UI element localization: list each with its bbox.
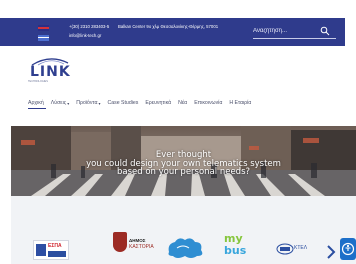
nav-item-company[interactable]: Η Εταιρία — [229, 98, 251, 108]
nav-item-contact[interactable]: Επικοινωνία — [194, 98, 222, 108]
logo-subtitle: TECHNOLOGIES — [28, 80, 48, 83]
mybus-line-2: bus — [224, 244, 247, 257]
partner-logo-mybus[interactable]: my bus — [220, 232, 260, 262]
hero-caption: Ever thought you could design your own t… — [11, 151, 356, 177]
search-input[interactable] — [253, 24, 313, 38]
nav-item-news[interactable]: Νέα — [178, 98, 187, 108]
company-logo[interactable]: LINK TECHNOLOGIES — [28, 56, 72, 84]
email-address[interactable]: info@link-tech.gr — [69, 33, 101, 38]
eu-flag-icon — [36, 244, 46, 256]
nav-item-home[interactable]: Αρχική — [28, 98, 44, 108]
kastoria-crest-icon — [113, 232, 127, 252]
ktel-text: ΚΤΕΛ — [294, 245, 308, 251]
partner-logo-espa[interactable]: ΕΣΠΑ — [33, 240, 69, 260]
main-navigation: Αρχική Λύσεις ▾ Προϊόντα ▾ Case Studies Ερ… — [28, 98, 328, 108]
carousel-next-arrow-icon[interactable] — [325, 244, 337, 260]
nav-item-research[interactable]: Ερευνητικά — [145, 98, 171, 108]
phone-number[interactable]: +(30) 2310 283403-5 — [69, 24, 109, 29]
region-map-icon — [168, 238, 203, 258]
nav-item-case-studies[interactable]: Case Studies — [107, 98, 138, 108]
accessibility-icon[interactable] — [340, 238, 356, 260]
hero-line-3: based on your personal needs? — [116, 167, 251, 177]
english-flag-icon[interactable] — [38, 25, 49, 31]
search-icon[interactable] — [320, 26, 330, 36]
espa-stripe — [48, 251, 66, 257]
search-box — [253, 24, 336, 39]
nav-active-underline — [28, 108, 46, 109]
chevron-down-icon: ▾ — [67, 100, 70, 106]
partner-logo-kastoria[interactable]: ΔΗΜΟΣ ΚΑΣΤΟΡΙΑ — [113, 232, 155, 262]
greek-flag-icon[interactable] — [38, 35, 49, 41]
top-contact-bar: +(30) 2310 283403-5 info@link-tech.gr Ba… — [0, 18, 345, 46]
partner-logo-region[interactable] — [165, 234, 207, 262]
hero-banner[interactable]: Ever thought you could design your own t… — [11, 126, 356, 196]
nav-item-products[interactable]: Προϊόντα ▾ — [76, 98, 100, 108]
espa-title: ΕΣΠΑ — [48, 243, 62, 249]
partner-logo-ktel[interactable]: ΚΤΕΛ — [276, 240, 326, 258]
chevron-down-icon: ▾ — [98, 100, 101, 106]
kastoria-line-2: ΚΑΣΤΟΡΙΑ — [129, 244, 154, 250]
ktel-bus-icon — [276, 243, 294, 255]
logo-wordmark: LINK — [30, 64, 71, 80]
company-address: Balkan Center 9ο χλμ Θεσσαλονίκης-Θέρμης… — [118, 24, 219, 29]
nav-item-solutions[interactable]: Λύσεις ▾ — [51, 98, 70, 108]
kastoria-line-1: ΔΗΜΟΣ — [129, 238, 146, 243]
